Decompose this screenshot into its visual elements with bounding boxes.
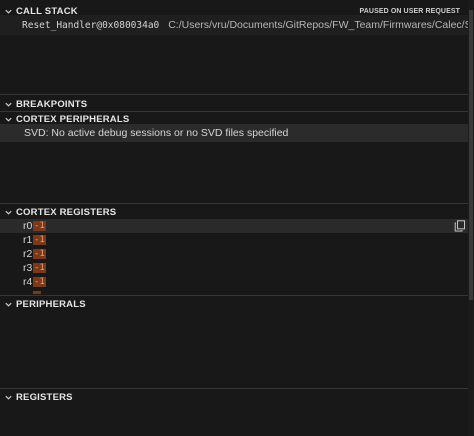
peripherals-title: PERIPHERALS	[16, 298, 86, 310]
cortex-peripherals-title: CORTEX PERIPHERALS	[16, 113, 130, 125]
registers-header[interactable]: REGISTERS	[0, 387, 468, 407]
cortex-registers-title: CORTEX REGISTERS	[16, 206, 117, 218]
register-name: r3	[23, 262, 33, 274]
stack-frame-function: Reset_Handler@0x080034a0	[22, 20, 160, 31]
register-row[interactable]: r1 -1	[0, 233, 468, 247]
peripherals-panel: PERIPHERALS	[0, 294, 468, 314]
register-row[interactable]: r0 -1	[0, 219, 468, 233]
chevron-down-icon	[1, 100, 15, 109]
register-row[interactable]: r3 -1	[0, 261, 468, 275]
scrollbar-thumb[interactable]	[469, 10, 473, 300]
register-value: -1	[33, 249, 46, 259]
breakpoints-title: BREAKPOINTS	[16, 98, 88, 110]
stack-frame-path: C:/Users/vru/Documents/GitRepos/FW_Team/…	[168, 19, 468, 31]
register-value: -1	[33, 221, 46, 231]
chevron-down-icon	[1, 393, 15, 402]
register-row[interactable]: r4 -1	[0, 275, 468, 289]
register-value: -1	[33, 235, 46, 245]
register-name: r1	[23, 234, 33, 246]
chevron-down-icon	[1, 115, 15, 124]
debug-status-label: PAUSED ON USER REQUEST	[359, 7, 460, 15]
peripherals-header[interactable]: PERIPHERALS	[0, 294, 468, 314]
svd-message: SVD: No active debug sessions or no SVD …	[0, 124, 468, 142]
register-value: -1	[33, 263, 46, 273]
register-name: r4	[23, 276, 33, 288]
chevron-down-icon	[1, 208, 15, 217]
copy-icon[interactable]	[454, 220, 466, 232]
registers-title: REGISTERS	[16, 391, 73, 403]
register-value: -1	[33, 277, 46, 287]
register-name: r2	[23, 248, 33, 260]
register-row[interactable]: r2 -1	[0, 247, 468, 261]
chevron-down-icon	[1, 300, 15, 309]
register-name: r0	[23, 220, 33, 232]
registers-panel: REGISTERS	[0, 387, 468, 407]
stack-frame[interactable]: Reset_Handler@0x080034a0 C:/Users/vru/Do…	[0, 15, 468, 35]
svd-message-text: SVD: No active debug sessions or no SVD …	[24, 127, 289, 139]
